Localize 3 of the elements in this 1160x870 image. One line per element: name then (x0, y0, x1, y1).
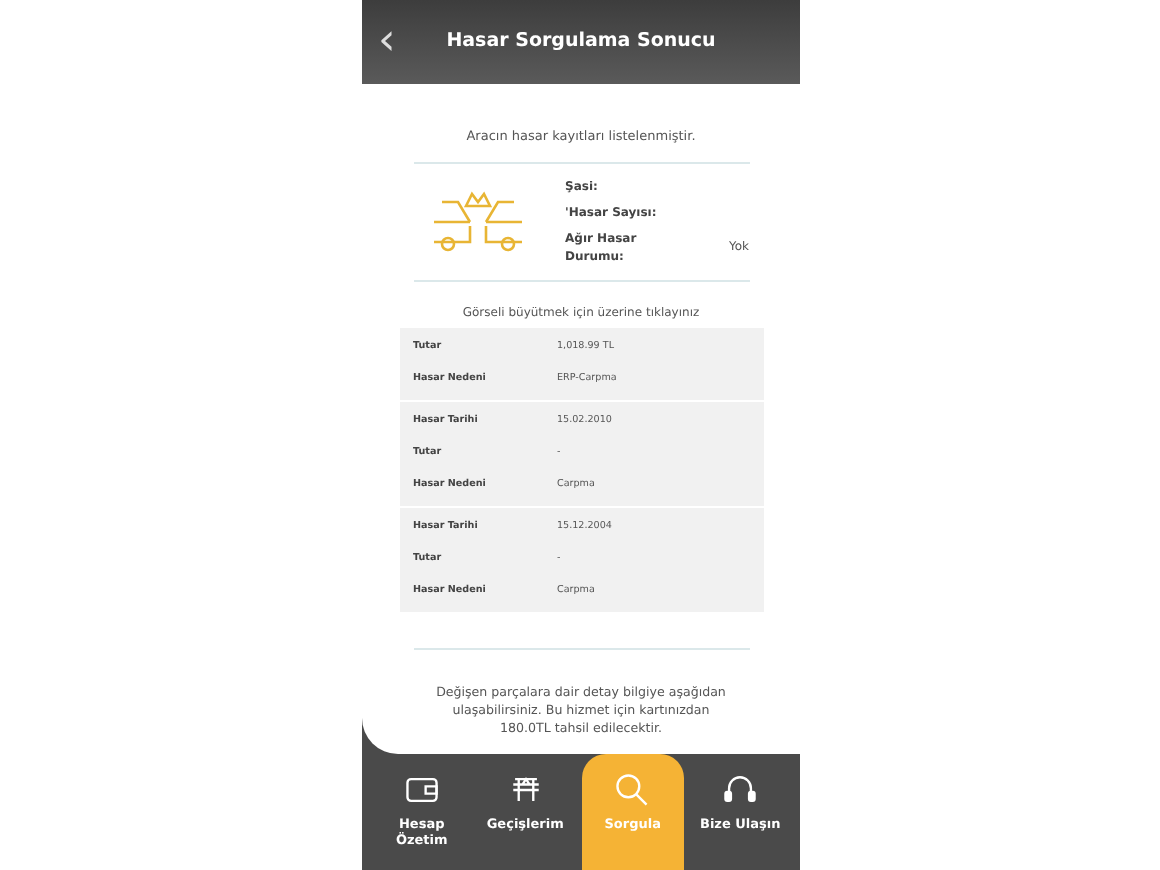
screen-title: Hasar Sorgulama Sonucu (444, 27, 718, 56)
search-icon (612, 770, 653, 810)
back-button[interactable]: ‹ (378, 20, 418, 64)
